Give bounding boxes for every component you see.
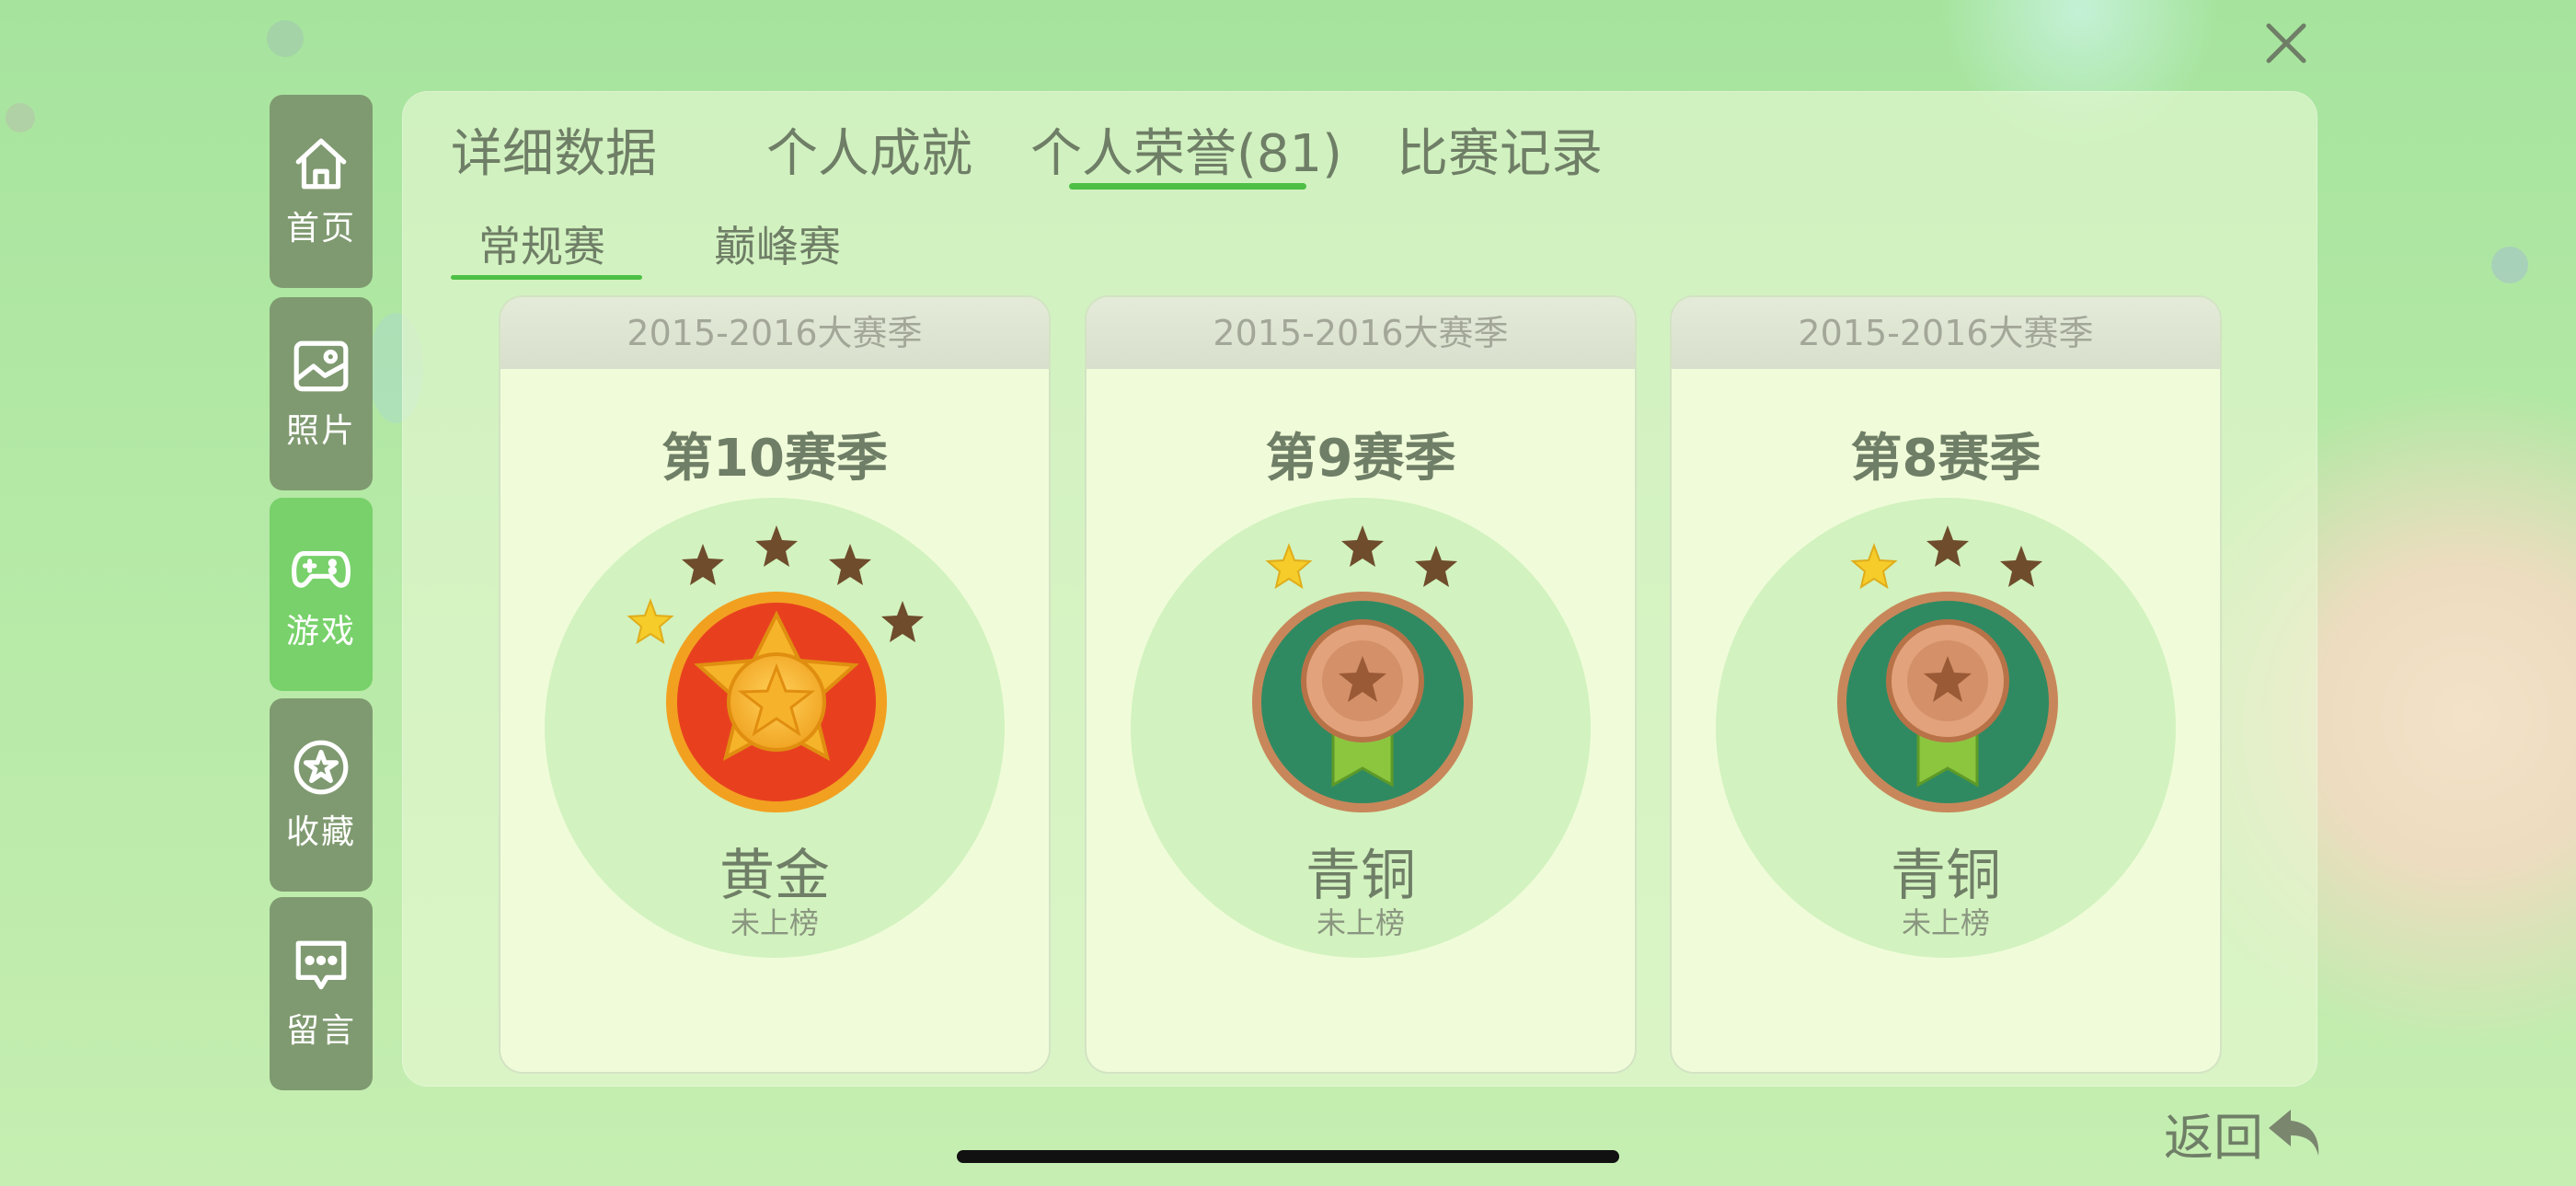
tab-honors[interactable]: 个人荣誉(81) [1030,112,1342,187]
star-empty-icon [2000,546,2042,587]
season-card[interactable]: 2015-2016大赛季 第10赛季 黄金 未上榜 [500,297,1049,1072]
rank-status: 未上榜 [730,905,819,940]
sidebar-item-label: 游戏 [285,613,356,651]
rank-name: 青铜 [1305,844,1416,908]
background-dot [2491,247,2528,283]
star-icon [293,740,349,795]
star-filled-icon [627,598,674,645]
photo-icon [293,340,349,392]
star-empty-icon [755,525,798,567]
rank-name: 黄金 [719,844,830,908]
star-empty-icon [829,544,871,585]
back-button[interactable]: 返回 [2164,1100,2328,1167]
tab-detailed-data[interactable]: 详细数据 [451,112,657,187]
tab-match-history[interactable]: 比赛记录 [1397,112,1603,187]
message-icon [295,940,347,990]
star-empty-icon [1341,525,1384,567]
back-label: 返回 [2164,1108,2263,1167]
star-empty-icon [682,544,724,585]
season-card[interactable]: 2015-2016大赛季 第9赛季 青铜 未上榜 [1087,297,1635,1072]
sidebar-item-photos[interactable]: 照片 [270,297,373,490]
rank-stars [1850,525,2042,590]
sidebar-item-messages[interactable]: 留言 [270,897,373,1090]
season-card[interactable]: 2015-2016大赛季 第8赛季 青铜 未上榜 [1672,297,2220,1072]
sidebar-item-label: 照片 [285,412,356,450]
subtab-peak-season[interactable]: 巅峰赛 [714,213,841,274]
sidebar-item-favorites[interactable]: 收藏 [270,698,373,892]
subtab-regular-season[interactable]: 常规赛 [478,213,605,274]
rank-name: 青铜 [1891,844,2001,908]
home-indicator[interactable] [957,1150,1619,1163]
star-empty-icon [1926,525,1969,567]
active-tab-underline [1069,183,1306,190]
sidebar-item-label: 收藏 [285,813,356,851]
rank-status: 未上榜 [1901,905,1990,940]
sidebar-item-home[interactable]: 首页 [270,95,373,288]
star-filled-icon [1265,543,1313,590]
background-dot [6,103,35,132]
sidebar-item-label: 首页 [285,210,356,248]
star-filled-icon [1850,543,1898,590]
tab-achievements[interactable]: 个人成就 [766,112,972,187]
sidebar-item-label: 留言 [285,1012,356,1050]
gamepad-icon [292,550,351,588]
star-empty-icon [1415,546,1457,587]
back-arrow-icon [2269,1110,2319,1156]
background-dot [267,20,304,57]
gold-medal-icon [627,525,924,812]
sidebar-item-games[interactable]: 游戏 [270,498,373,691]
rank-stars [1265,525,1457,590]
active-subtab-underline [451,275,642,280]
bronze-medal-icon [1252,525,1473,812]
home-icon [295,138,347,190]
bronze-medal-icon [1837,525,2058,812]
star-empty-icon [881,601,924,642]
close-icon[interactable] [2263,20,2309,66]
rank-status: 未上榜 [1316,905,1405,940]
